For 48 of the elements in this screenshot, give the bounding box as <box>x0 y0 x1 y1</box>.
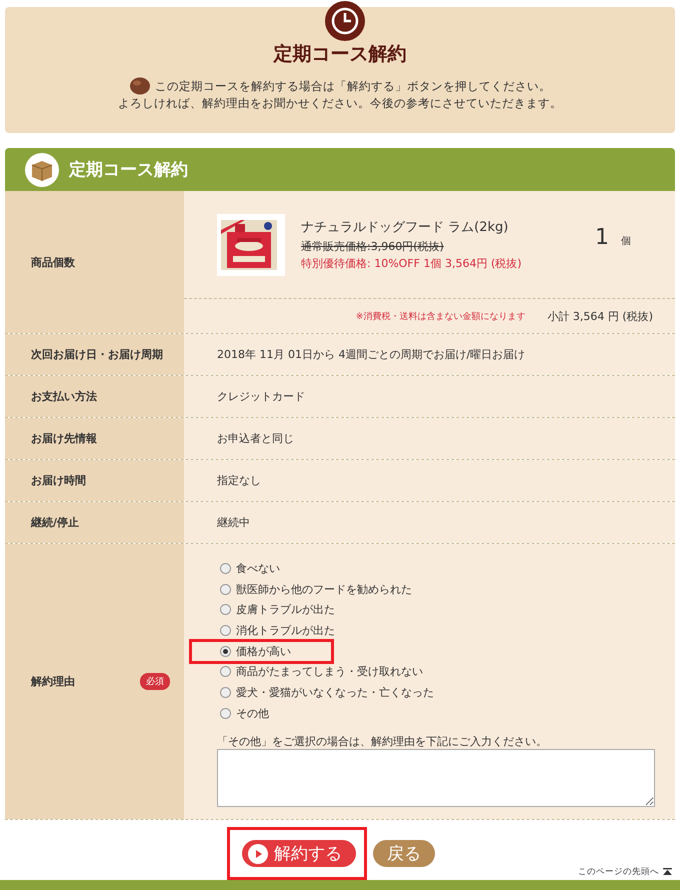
scroll-top-icon <box>663 868 672 875</box>
radio-button[interactable] <box>220 666 231 678</box>
play-icon <box>248 844 268 864</box>
row-label: 解約理由 <box>31 674 75 689</box>
row-value: クレジットカード <box>217 389 305 404</box>
option-label[interactable]: その他 <box>236 706 269 721</box>
special-price: 特別優待価格: 10%OFF 1個 3,564円 (税抜) <box>301 256 523 271</box>
row-label: お届け先情報 <box>31 431 97 446</box>
page-top-link[interactable]: このページの先頭へ <box>578 866 672 878</box>
required-badge: 必須 <box>140 672 170 690</box>
intro-text: この定期コースを解約する場合は「解約する」ボタンを押してください。 <box>155 78 551 94</box>
radio-button[interactable] <box>220 686 231 698</box>
option-label[interactable]: 皮膚トラブルが出た <box>236 602 335 618</box>
subtotal: 小計 3,564 円 (税抜) <box>547 308 653 324</box>
row-value: お申込者と同じ <box>217 431 294 446</box>
page-title: 定期コース解約 <box>274 42 406 67</box>
quantity-unit: 個 <box>621 235 631 248</box>
option-label[interactable]: 消化トラブルが出た <box>236 622 335 638</box>
row-label: 次回お届け日・お届け周期 <box>31 347 163 362</box>
option-label[interactable]: 食べない <box>236 560 280 576</box>
row-label: 継続/停止 <box>31 515 80 530</box>
regular-price: 通常販売価格:3,960円(税抜) <box>301 239 445 254</box>
option-label[interactable]: 愛犬・愛猫がいなくなった・亡くなった <box>236 684 434 700</box>
radio-button[interactable] <box>220 562 231 574</box>
cancel-button[interactable]: 解約する <box>242 840 356 867</box>
quantity: 1 <box>595 225 609 250</box>
box-icon <box>25 152 59 186</box>
tax-note: ※消費税・送料は含まない金額になります <box>356 310 526 322</box>
radio-button[interactable] <box>220 584 231 595</box>
option-label[interactable]: 獣医師から他のフードを勧められた <box>236 582 412 597</box>
section-title: 定期コース解約 <box>69 159 188 181</box>
radio-button[interactable] <box>220 604 231 616</box>
radio-button[interactable] <box>220 708 231 719</box>
row-value: 指定なし <box>217 473 261 488</box>
product-name: ナチュラルドッグフード ラム(2kg) <box>301 219 510 236</box>
radio-button[interactable] <box>220 624 231 636</box>
option-label[interactable]: 商品がたまってしまう・受け取れない <box>236 664 423 680</box>
row-value: 2018年 11月 01日から 4週間ごとの周期でお届け/曜日お届け <box>217 347 526 362</box>
row-label: お支払い方法 <box>31 389 97 404</box>
option-label[interactable]: 価格が高い <box>236 644 291 659</box>
intro-text: よろしければ、解約理由をお聞かせください。今後の参考にさせていただきます。 <box>118 95 562 112</box>
reason-textarea[interactable] <box>217 748 655 806</box>
row-label: 商品個数 <box>31 254 75 270</box>
kibble-icon <box>129 77 151 95</box>
other-hint: 「その他」をご選択の場合は、解約理由を下記にご入力ください。 <box>217 734 547 748</box>
row-value: 継続中 <box>217 515 250 530</box>
radio-button[interactable] <box>220 646 231 657</box>
row-label: お届け時間 <box>31 473 86 488</box>
